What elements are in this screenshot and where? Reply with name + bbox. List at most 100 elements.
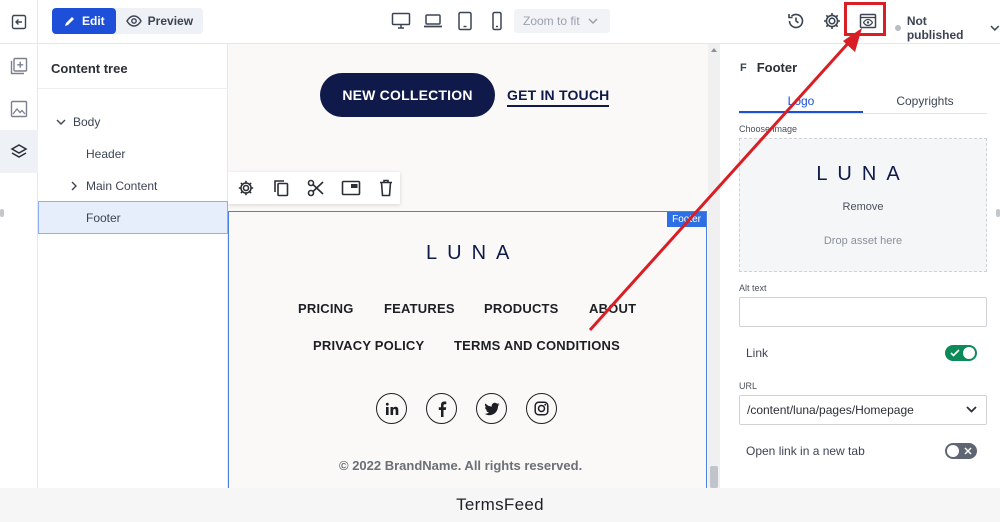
component-toolbar: [228, 172, 400, 204]
component-type-icon: F: [740, 61, 747, 74]
rail-layers-button[interactable]: [0, 130, 38, 173]
linkedin-link[interactable]: [376, 393, 407, 424]
panel-tabs: Logo Copyrights: [739, 94, 987, 114]
right-edge-handle[interactable]: [996, 209, 1000, 217]
rail-assets-button[interactable]: [0, 87, 38, 130]
footer-link-about[interactable]: ABOUT: [589, 301, 636, 316]
annotation-highlight-box: [844, 2, 886, 36]
desktop-view-button[interactable]: [391, 10, 411, 32]
device-switcher: [391, 10, 507, 32]
history-button[interactable]: [785, 10, 807, 32]
tree-item-label: Header: [86, 147, 126, 161]
instagram-icon: [534, 401, 549, 416]
remove-asset-button[interactable]: Remove: [740, 201, 986, 213]
new-tab-label: Open link in a new tab: [746, 444, 865, 458]
get-in-touch-link[interactable]: GET IN TOUCH: [507, 87, 610, 107]
asset-dropzone[interactable]: LUNA Remove Drop asset here: [739, 138, 987, 272]
scroll-thumb[interactable]: [710, 466, 718, 488]
laptop-icon: [424, 14, 442, 28]
add-content-icon: [10, 57, 28, 74]
footer-logo[interactable]: LUNA: [426, 242, 519, 265]
component-delete-button[interactable]: [376, 178, 396, 198]
content-tree-panel: Content tree Body Header Main Content Fo…: [38, 44, 228, 488]
status-dot: [895, 25, 901, 31]
desktop-icon: [391, 12, 411, 29]
linkedin-icon: [385, 402, 398, 415]
alt-text-label: Alt text: [739, 283, 767, 293]
gear-icon: [824, 13, 840, 29]
footer-link-privacy-policy[interactable]: PRIVACY POLICY: [313, 338, 424, 353]
footer-link-terms[interactable]: TERMS AND CONDITIONS: [454, 338, 620, 353]
tree-item-main-content[interactable]: Main Content: [38, 170, 228, 202]
footer-link-products[interactable]: PRODUCTS: [484, 301, 559, 316]
facebook-link[interactable]: [426, 393, 457, 424]
check-icon: [950, 349, 960, 357]
toggle-knob: [947, 445, 959, 457]
scroll-up-arrow[interactable]: [711, 48, 717, 52]
asset-logo-preview: LUNA: [816, 163, 910, 185]
chevron-down-icon: [990, 25, 1000, 31]
preview-mode-label: Preview: [147, 14, 194, 28]
content-tree-title: Content tree: [51, 61, 128, 76]
component-move-button[interactable]: [341, 178, 361, 198]
scissors-icon: [307, 179, 324, 197]
chevron-down-icon[interactable]: [56, 117, 66, 127]
tablet-view-button[interactable]: [455, 10, 475, 32]
left-edge-handle[interactable]: [0, 209, 4, 217]
zoom-label: Zoom to fit: [523, 14, 580, 28]
tree-item-footer[interactable]: Footer: [38, 201, 228, 234]
exit-editor-button[interactable]: [0, 0, 38, 44]
divider: [38, 88, 228, 89]
eye-icon: [125, 15, 142, 27]
tree-item-body[interactable]: Body: [38, 106, 228, 138]
tree-item-label: Main Content: [86, 179, 158, 193]
publish-status-label: Not published: [906, 14, 964, 42]
chevron-down-icon: [588, 18, 598, 24]
link-toggle[interactable]: [945, 345, 977, 361]
page-canvas: NEW COLLECTION GET IN TOUCH Footer LUNA …: [228, 44, 708, 488]
pencil-icon: [65, 16, 74, 26]
alt-text-input[interactable]: [739, 297, 987, 327]
rail-add-content-button[interactable]: [0, 44, 38, 87]
top-bar: Edit Preview Zoom to fit Not published: [0, 0, 1000, 44]
tree-item-header[interactable]: Header: [38, 138, 228, 170]
new-tab-toggle[interactable]: [945, 443, 977, 459]
footer-link-features[interactable]: FEATURES: [384, 301, 455, 316]
facebook-icon: [438, 401, 446, 417]
panel-title: Footer: [756, 60, 798, 75]
copy-icon: [274, 180, 289, 197]
twitter-link[interactable]: [476, 393, 507, 424]
twitter-icon: [484, 402, 499, 415]
url-label: URL: [739, 381, 758, 391]
tab-copyrights[interactable]: Copyrights: [863, 94, 987, 113]
canvas-scrollbar[interactable]: [708, 44, 720, 488]
footer-copyright: © 2022 BrandName. All rights reserved.: [339, 458, 583, 473]
settings-button[interactable]: [821, 10, 843, 32]
component-cut-button[interactable]: [306, 178, 326, 198]
panel-header: F Footer: [740, 60, 797, 75]
component-copy-button[interactable]: [271, 178, 291, 198]
component-settings-button[interactable]: [236, 178, 256, 198]
laptop-view-button[interactable]: [423, 10, 443, 32]
left-rail: [0, 44, 38, 488]
footer-link-pricing[interactable]: PRICING: [298, 301, 354, 316]
preview-mode-button[interactable]: Preview: [116, 8, 203, 34]
close-icon: [964, 447, 972, 455]
url-select[interactable]: /content/luna/pages/Homepage: [739, 395, 987, 425]
tab-logo[interactable]: Logo: [739, 94, 863, 113]
mobile-icon: [492, 11, 502, 31]
zoom-select[interactable]: Zoom to fit: [514, 9, 610, 33]
publish-status-dropdown[interactable]: Not published: [895, 14, 1000, 42]
chevron-right-icon[interactable]: [69, 181, 79, 191]
edit-mode-button[interactable]: Edit: [52, 8, 116, 34]
gear-icon: [238, 180, 254, 196]
history-icon: [788, 13, 804, 29]
tablet-icon: [458, 11, 472, 31]
properties-panel: F Footer Logo Copyrights Choose image LU…: [721, 44, 1000, 488]
mobile-view-button[interactable]: [487, 10, 507, 32]
url-value: /content/luna/pages/Homepage: [747, 403, 914, 417]
link-label: Link: [746, 346, 769, 360]
instagram-link[interactable]: [526, 393, 557, 424]
edit-mode-label: Edit: [82, 14, 105, 28]
new-collection-button[interactable]: NEW COLLECTION: [320, 73, 495, 117]
